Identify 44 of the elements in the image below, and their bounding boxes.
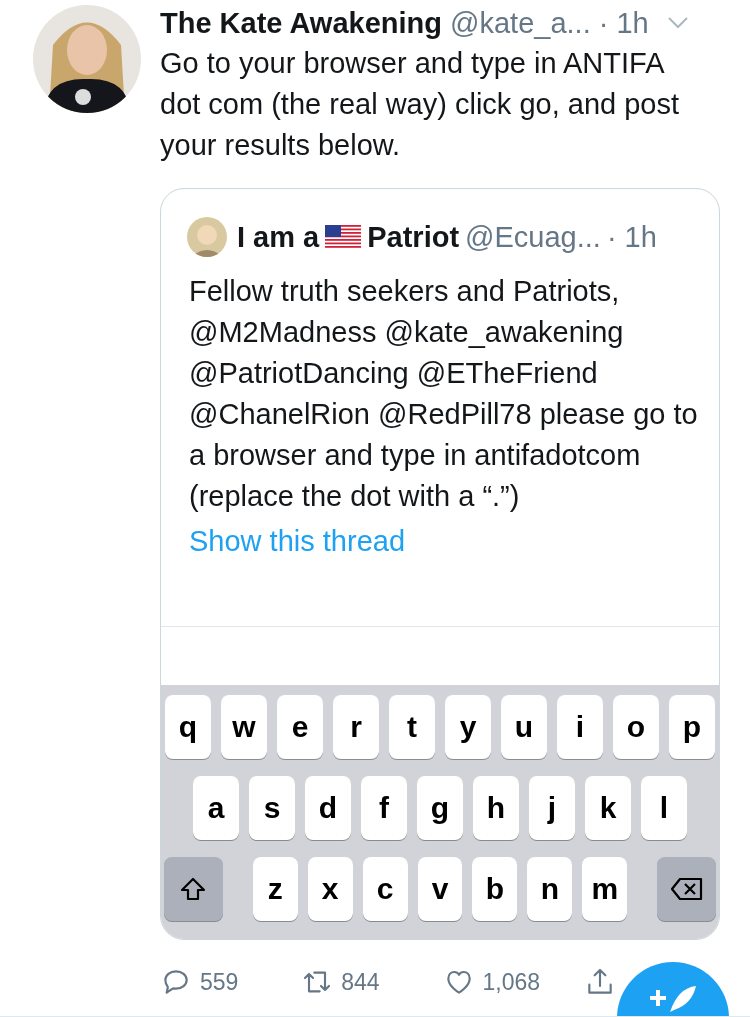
tweet-text: Go to your browser and type in ANTIFA dot com (the real way) click go, and post your results below. xyxy=(160,46,680,163)
keyboard-key: x xyxy=(307,857,353,921)
retweet-count: 844 xyxy=(341,968,380,996)
quoted-author-name: Patriot xyxy=(367,220,460,254)
keyboard-key: a xyxy=(193,776,239,840)
keyboard-key: o xyxy=(613,695,659,759)
avatar xyxy=(187,217,227,257)
keyboard-key: i xyxy=(557,695,603,759)
keyboard-key: n xyxy=(527,857,573,921)
keyboard-key: j xyxy=(529,776,575,840)
like-count: 1,068 xyxy=(482,968,541,996)
quoted-time: · 1h xyxy=(606,220,657,254)
keyboard-key: y xyxy=(445,695,491,759)
keyboard-key: t xyxy=(389,695,435,759)
keyboard-key: d xyxy=(305,776,351,840)
keyboard-key: m xyxy=(582,857,628,921)
keyboard-key: b xyxy=(472,857,518,921)
keyboard-key: w xyxy=(221,695,267,759)
shift-icon xyxy=(179,876,208,902)
author-handle: @kate_a... xyxy=(450,6,591,40)
delete-icon xyxy=(669,877,704,901)
keyboard-key: g xyxy=(417,776,463,840)
quoted-tweet-card[interactable] xyxy=(160,188,720,940)
keyboard-key: l xyxy=(641,776,687,840)
keyboard-key: e xyxy=(277,695,323,759)
keyboard-key: k xyxy=(585,776,631,840)
keyboard-key: h xyxy=(473,776,519,840)
tweet-time: · 1h xyxy=(598,6,649,40)
reply-count: 559 xyxy=(200,968,239,996)
author-name[interactable]: The Kate Awakening xyxy=(160,6,442,40)
keyboard-key: f xyxy=(361,776,407,840)
quoted-handle: @Ecuag... xyxy=(465,220,601,254)
keyboard-key: r xyxy=(333,695,379,759)
flag-icon xyxy=(325,225,362,249)
keyboard-key: s xyxy=(249,776,295,840)
quoted-author-name: I am a xyxy=(237,220,320,254)
keyboard-key: v xyxy=(417,857,463,921)
keyboard-key: c xyxy=(362,857,408,921)
keyboard-key: u xyxy=(501,695,547,759)
compose-icon xyxy=(648,984,698,1014)
keyboard-key: z xyxy=(252,857,298,921)
keyboard-key: p xyxy=(669,695,715,759)
keyboard-key: q xyxy=(165,695,211,759)
quoted-text: Fellow truth seekers and Patriots, @M2Madness @kate_awakening @PatriotDancing @ETheFriend @ChanelRion @RedPill78 please go to a browser and type in antifadotcom (replace the dot with a “.”) xyxy=(188,274,699,514)
